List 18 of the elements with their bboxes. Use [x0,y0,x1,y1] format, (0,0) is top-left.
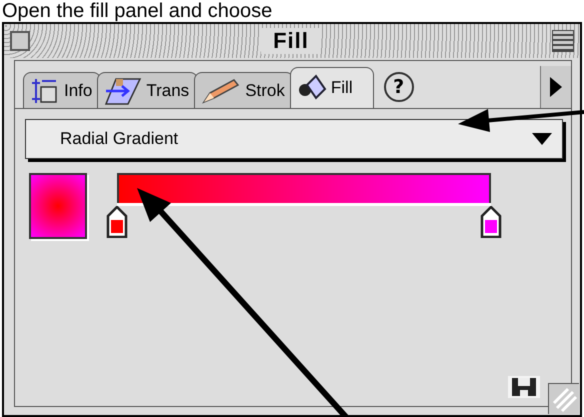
panel-tab[interactable]: Fill [290,67,374,108]
instruction-text: Open the fill panel and choose [2,0,272,22]
window-title: Fill [261,28,321,54]
color-stop[interactable] [480,206,502,238]
help-button[interactable]: ? [384,72,414,102]
gradient-preview-swatch [29,173,87,239]
resize-grip-icon[interactable] [548,383,579,414]
panel-tab[interactable]: Trans [97,72,198,108]
skew-arrow-icon [104,76,142,106]
panel-tab[interactable]: Info [23,72,102,108]
close-box-icon[interactable] [10,31,30,51]
title-bar[interactable]: Fill [4,24,580,58]
color-stop[interactable] [106,206,128,238]
fill-type-dropdown[interactable]: Radial Gradient [25,119,563,159]
gradient-bar[interactable] [117,173,491,203]
dropdown-caret-icon [532,133,552,145]
scroll-right-icon[interactable] [550,77,562,97]
menu-icon[interactable] [552,30,574,52]
